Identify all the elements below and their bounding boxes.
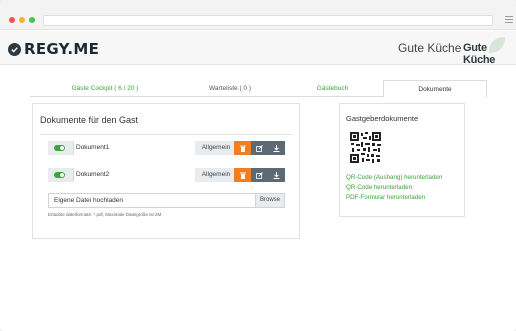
upload-label: Eigene Datei hochladen bbox=[54, 197, 124, 204]
trash-icon bbox=[239, 172, 246, 179]
browse-button[interactable]: Browse bbox=[255, 194, 284, 207]
document-category[interactable]: Allgemein bbox=[198, 168, 234, 182]
delete-button[interactable] bbox=[234, 168, 251, 182]
qr-code-icon bbox=[350, 132, 381, 163]
document-toggle[interactable] bbox=[54, 145, 65, 151]
browser-window: REGY.ME Gute Küche Gute Küche Gäste Cock… bbox=[0, 0, 516, 331]
brand-logo: Gute Küche bbox=[463, 42, 496, 66]
tab-gaeste-cockpit[interactable]: Gäste Cockpit ( 6 / 20 ) bbox=[40, 80, 170, 97]
download-icon bbox=[273, 144, 280, 152]
document-name[interactable]: Dokument2 bbox=[73, 168, 195, 182]
document-name[interactable]: Dokument1 bbox=[73, 141, 195, 155]
app-header: REGY.ME Gute Küche Gute Küche bbox=[0, 31, 516, 66]
divider bbox=[40, 134, 293, 135]
guest-documents-title: Dokumente für den Gast bbox=[40, 115, 139, 125]
document-row: Dokument1 Allgemein bbox=[48, 141, 285, 155]
edit-button[interactable] bbox=[251, 141, 268, 155]
check-icon bbox=[8, 42, 21, 56]
host-documents-title: Gastgeberdokumente bbox=[346, 114, 419, 123]
upload-hint: Erlaubte dateiformate: *.pdf, Maximale D… bbox=[48, 212, 163, 217]
document-category[interactable]: Allgemein bbox=[198, 141, 234, 155]
tab-bar: Gäste Cockpit ( 6 / 20 ) Warteliste ( 0 … bbox=[30, 80, 487, 98]
restaurant-name: Gute Küche bbox=[398, 41, 462, 55]
trash-icon bbox=[239, 145, 246, 152]
menu-icon[interactable] bbox=[505, 16, 513, 23]
minimize-window-button[interactable] bbox=[19, 17, 25, 23]
guest-documents-panel: Dokumente für den Gast Dokument1 Allgeme… bbox=[32, 103, 300, 239]
edit-icon bbox=[256, 144, 263, 152]
document-row: Dokument2 Allgemein bbox=[48, 168, 285, 182]
download-qr-poster-link[interactable]: QR-Code (Aushang) herunterladen bbox=[346, 174, 442, 181]
browser-titlebar bbox=[0, 0, 516, 30]
regy-logo[interactable]: REGY.ME bbox=[8, 40, 99, 58]
edit-button[interactable] bbox=[251, 168, 268, 182]
tab-warteliste[interactable]: Warteliste ( 0 ) bbox=[180, 80, 280, 97]
logo-text: REGY.ME bbox=[24, 40, 100, 58]
delete-button[interactable] bbox=[234, 141, 251, 155]
host-documents-panel: Gastgeberdokumente QR-Code (Aushang) her… bbox=[339, 103, 465, 217]
maximize-window-button[interactable] bbox=[29, 17, 35, 23]
download-pdf-form-link[interactable]: PDF-Formular herunterladen bbox=[346, 194, 425, 201]
download-icon bbox=[273, 171, 280, 179]
tab-gaestebuch[interactable]: Gästebuch bbox=[285, 80, 380, 97]
page-background bbox=[0, 248, 516, 331]
download-qr-code-link[interactable]: QR-Code herunterladen bbox=[346, 184, 412, 191]
address-bar[interactable] bbox=[43, 15, 493, 26]
tab-dokumente[interactable]: Dokumente bbox=[383, 80, 487, 98]
download-button[interactable] bbox=[268, 168, 285, 182]
download-button[interactable] bbox=[268, 141, 285, 155]
close-window-button[interactable] bbox=[9, 17, 15, 23]
edit-icon bbox=[256, 171, 263, 179]
document-toggle[interactable] bbox=[54, 172, 65, 178]
file-upload-input[interactable]: Eigene Datei hochladen Browse bbox=[48, 193, 285, 208]
